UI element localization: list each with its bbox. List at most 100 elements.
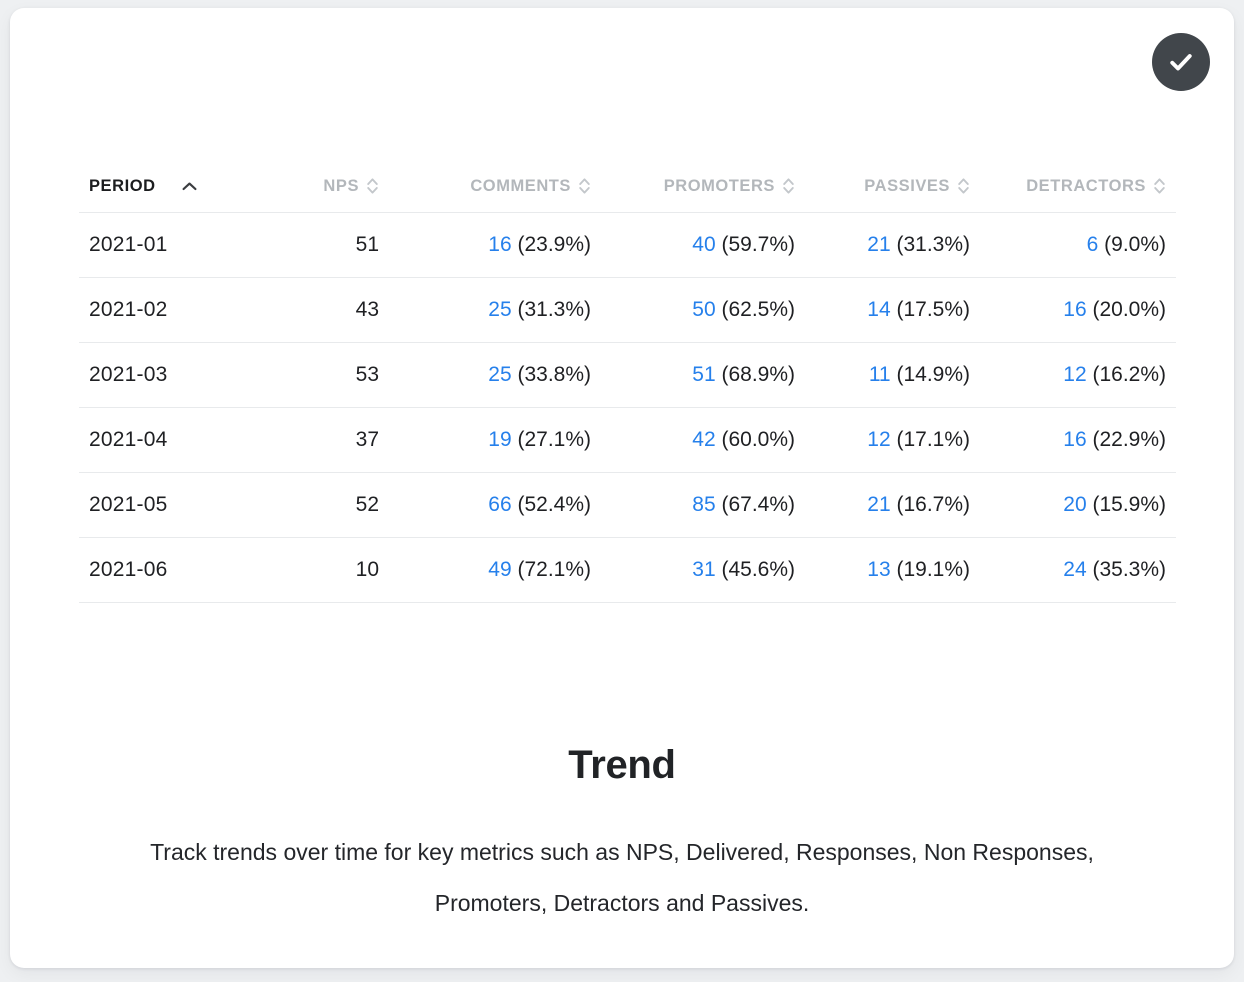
cell-passives: 14 (17.5%) [805, 277, 980, 343]
detractors-count-link[interactable]: 20 [1063, 493, 1086, 516]
promoters-percent: (60.0%) [721, 428, 795, 451]
cell-comments: 25 (33.8%) [389, 342, 601, 408]
passives-percent: (17.1%) [896, 428, 970, 451]
promoters-percent: (67.4%) [721, 493, 795, 516]
table-row: 2021-01 51 16 (23.9%) 40 (59.7%) 21 (31.3%) 6… [79, 212, 1176, 278]
trend-footer: Trend Track trends over time for key met… [10, 743, 1234, 929]
page-title: Trend [568, 743, 676, 787]
cell-period: 2021-03 [79, 342, 254, 408]
detractors-percent: (9.0%) [1104, 233, 1166, 256]
cell-promoters: 85 (67.4%) [601, 472, 805, 538]
cell-passives: 21 (16.7%) [805, 472, 980, 538]
table-row: 2021-06 10 49 (72.1%) 31 (45.6%) 13 (19.1%) 2… [79, 537, 1176, 603]
promoters-percent: (59.7%) [721, 233, 795, 256]
cell-nps: 43 [254, 277, 389, 343]
passives-count-link[interactable]: 11 [869, 363, 891, 386]
promoters-count-link[interactable]: 40 [692, 233, 715, 256]
detractors-count-link[interactable]: 6 [1087, 233, 1099, 256]
comments-percent: (72.1%) [517, 558, 591, 581]
cell-period: 2021-05 [79, 472, 254, 538]
cell-detractors: 24 (35.3%) [980, 537, 1176, 603]
chevron-up-icon [182, 182, 197, 191]
page-description: Track trends over time for key metrics s… [150, 839, 1094, 916]
column-header-promoters-label: PROMOTERS [663, 176, 775, 195]
detractors-count-link[interactable]: 12 [1063, 363, 1086, 386]
passives-count-link[interactable]: 21 [867, 233, 890, 256]
cell-comments: 16 (23.9%) [389, 212, 601, 278]
table-header: PERIOD NPS COMMENTS PROMOTERS PASSIVES D… [79, 160, 1176, 213]
promoters-count-link[interactable]: 85 [692, 493, 715, 516]
trend-table-container: PERIOD NPS COMMENTS PROMOTERS PASSIVES D… [79, 160, 1176, 603]
chevron-up-down-icon [957, 176, 970, 196]
passives-count-link[interactable]: 13 [867, 558, 890, 581]
passives-percent: (19.1%) [896, 558, 970, 581]
promoters-count-link[interactable]: 50 [692, 298, 715, 321]
column-header-detractors[interactable]: DETRACTORS [980, 160, 1176, 213]
chevron-up-down-icon [578, 176, 591, 196]
detractors-count-link[interactable]: 16 [1063, 428, 1086, 451]
table-body: 2021-01 51 16 (23.9%) 40 (59.7%) 21 (31.3%) 6… [79, 212, 1176, 603]
cell-nps: 37 [254, 407, 389, 473]
promoters-count-link[interactable]: 42 [692, 428, 715, 451]
cell-period: 2021-02 [79, 277, 254, 343]
chevron-up-down-icon [1153, 176, 1166, 196]
comments-percent: (27.1%) [517, 428, 591, 451]
passives-percent: (16.7%) [896, 493, 970, 516]
cell-passives: 11 (14.9%) [805, 342, 980, 408]
column-header-nps[interactable]: NPS [254, 160, 389, 213]
comments-count-link[interactable]: 25 [488, 298, 511, 321]
passives-percent: (14.9%) [896, 363, 970, 386]
comments-count-link[interactable]: 16 [488, 233, 511, 256]
column-header-detractors-label: DETRACTORS [1026, 176, 1146, 195]
comments-count-link[interactable]: 66 [488, 493, 511, 516]
comments-percent: (31.3%) [517, 298, 591, 321]
cell-comments: 25 (31.3%) [389, 277, 601, 343]
passives-count-link[interactable]: 14 [867, 298, 890, 321]
comments-percent: (52.4%) [517, 493, 591, 516]
detractors-percent: (22.9%) [1092, 428, 1166, 451]
cell-comments: 66 (52.4%) [389, 472, 601, 538]
cell-detractors: 6 (9.0%) [980, 212, 1176, 278]
detractors-percent: (15.9%) [1092, 493, 1166, 516]
detractors-count-link[interactable]: 24 [1063, 558, 1086, 581]
detractors-count-link[interactable]: 16 [1063, 298, 1086, 321]
detractors-percent: (20.0%) [1092, 298, 1166, 321]
comments-count-link[interactable]: 19 [488, 428, 511, 451]
comments-count-link[interactable]: 25 [488, 363, 511, 386]
trend-table: PERIOD NPS COMMENTS PROMOTERS PASSIVES D… [79, 160, 1176, 603]
promoters-count-link[interactable]: 51 [692, 363, 715, 386]
cell-promoters: 51 (68.9%) [601, 342, 805, 408]
column-header-comments[interactable]: COMMENTS [389, 160, 601, 213]
passives-count-link[interactable]: 21 [867, 493, 890, 516]
passives-percent: (17.5%) [896, 298, 970, 321]
passives-percent: (31.3%) [896, 233, 970, 256]
passives-count-link[interactable]: 12 [867, 428, 890, 451]
cell-period: 2021-01 [79, 212, 254, 278]
cell-promoters: 40 (59.7%) [601, 212, 805, 278]
cell-nps: 10 [254, 537, 389, 603]
cell-period: 2021-06 [79, 537, 254, 603]
cell-nps: 51 [254, 212, 389, 278]
cell-comments: 19 (27.1%) [389, 407, 601, 473]
column-header-promoters[interactable]: PROMOTERS [601, 160, 805, 213]
promoters-percent: (62.5%) [721, 298, 795, 321]
detractors-percent: (35.3%) [1092, 558, 1166, 581]
column-header-period-label: PERIOD [89, 176, 156, 195]
cell-promoters: 50 (62.5%) [601, 277, 805, 343]
comments-count-link[interactable]: 49 [488, 558, 511, 581]
cell-period: 2021-04 [79, 407, 254, 473]
column-header-passives[interactable]: PASSIVES [805, 160, 980, 213]
check-circle-icon[interactable] [1152, 33, 1210, 91]
cell-nps: 52 [254, 472, 389, 538]
promoters-percent: (68.9%) [721, 363, 795, 386]
table-row: 2021-02 43 25 (31.3%) 50 (62.5%) 14 (17.5%) 1… [79, 277, 1176, 343]
table-row: 2021-04 37 19 (27.1%) 42 (60.0%) 12 (17.1%) 1… [79, 407, 1176, 473]
cell-passives: 13 (19.1%) [805, 537, 980, 603]
promoters-count-link[interactable]: 31 [692, 558, 715, 581]
table-row: 2021-05 52 66 (52.4%) 85 (67.4%) 21 (16.7%) 2… [79, 472, 1176, 538]
cell-promoters: 31 (45.6%) [601, 537, 805, 603]
column-header-period[interactable]: PERIOD [79, 160, 254, 213]
cell-detractors: 12 (16.2%) [980, 342, 1176, 408]
cell-detractors: 16 (20.0%) [980, 277, 1176, 343]
cell-detractors: 20 (15.9%) [980, 472, 1176, 538]
